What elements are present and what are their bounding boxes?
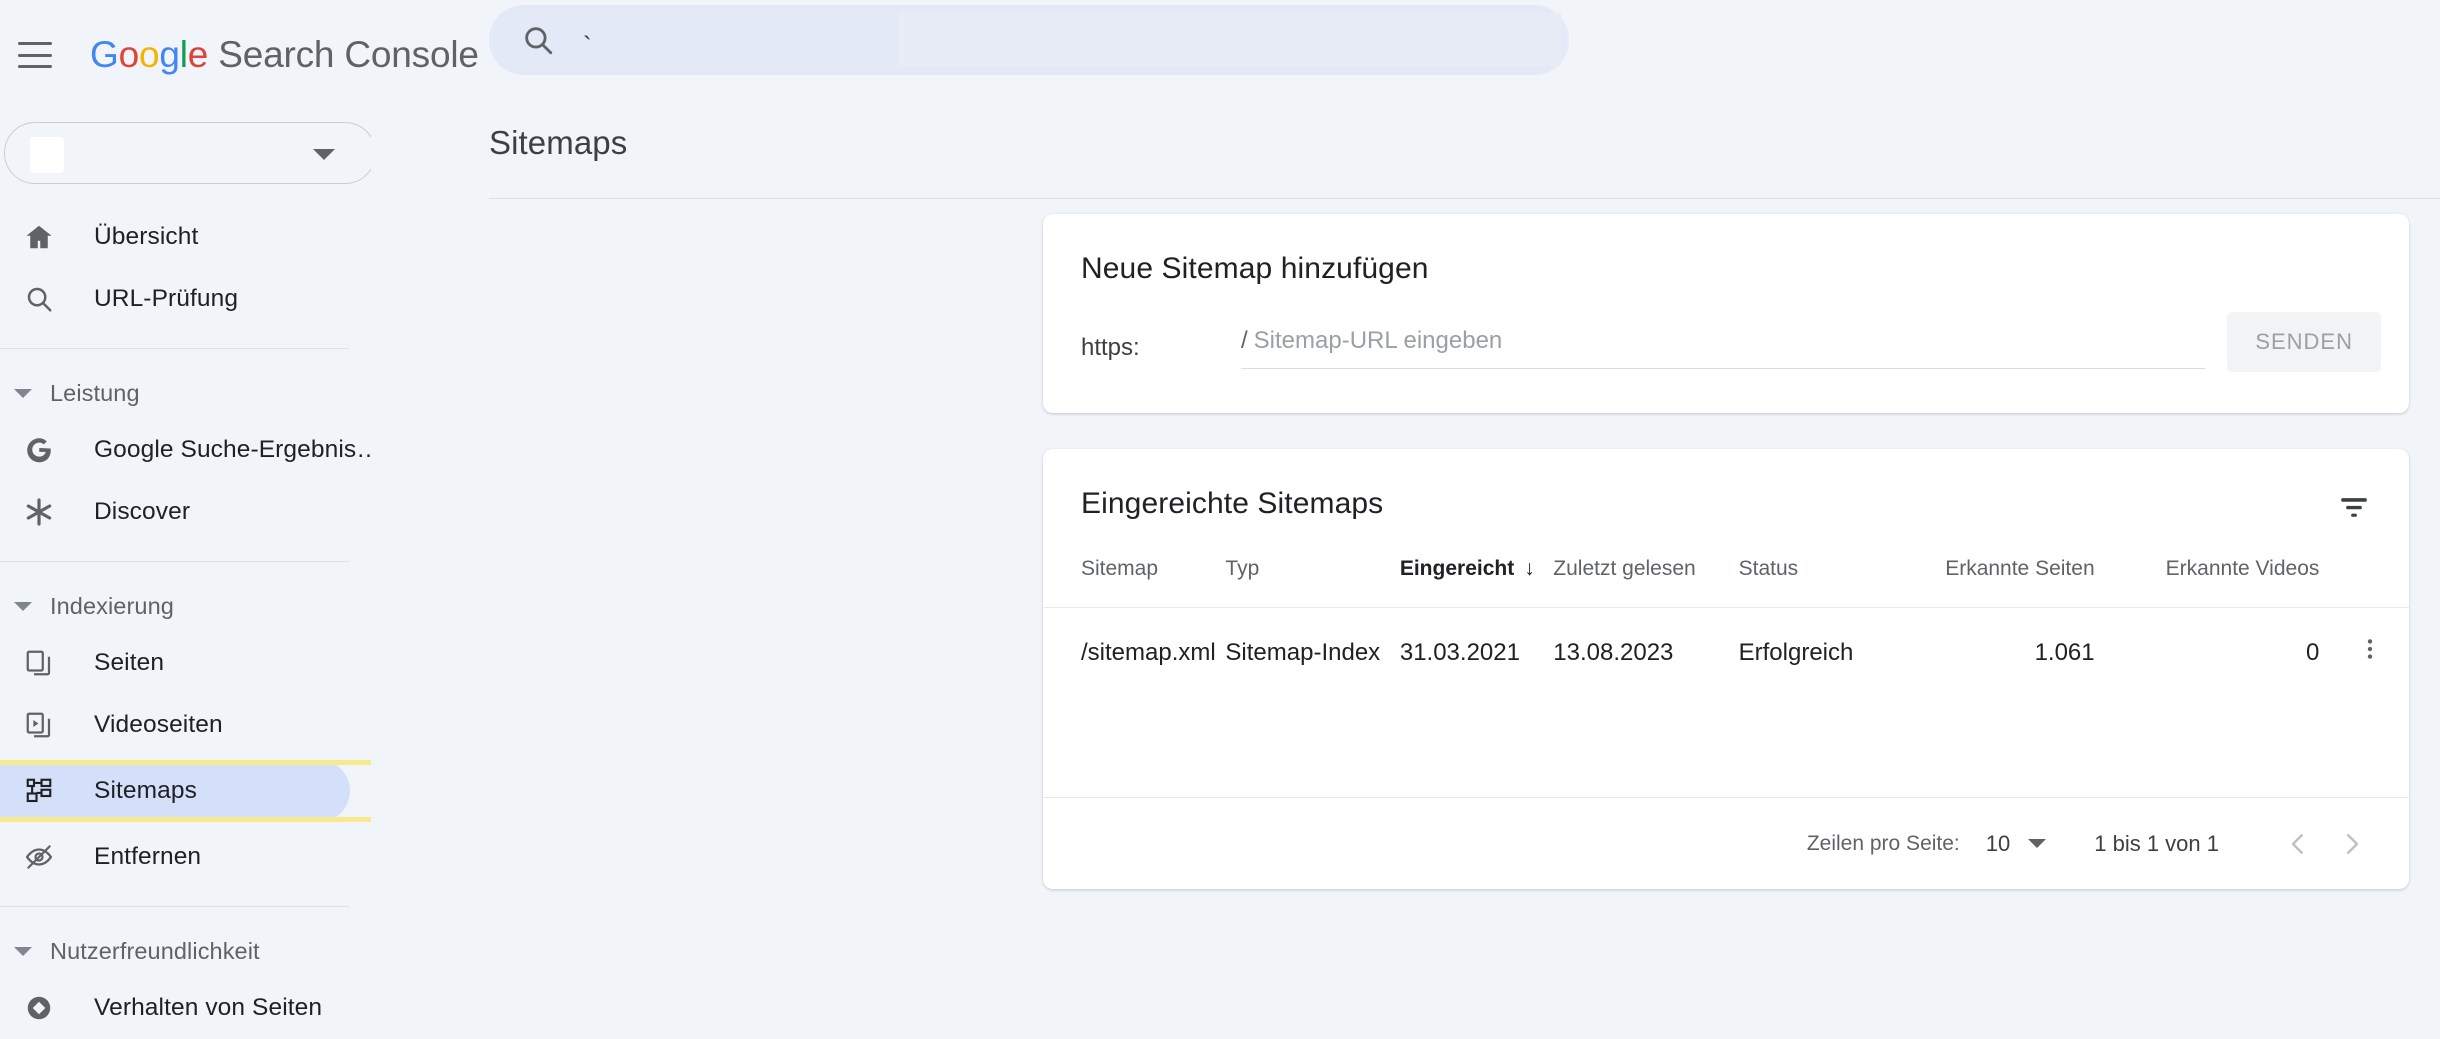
- home-icon: [22, 220, 56, 254]
- search-input[interactable]: `: [489, 5, 1569, 75]
- add-sitemap-card: Neue Sitemap hinzufügen https: / Sitemap…: [1043, 214, 2409, 413]
- sidebar-item-verhalten-von-seiten[interactable]: Verhalten von Seiten: [0, 977, 371, 1039]
- cell-eingereicht: 31.03.2021: [1399, 607, 1554, 697]
- cell-erkannte-seiten: 1.061: [1906, 607, 2141, 697]
- filter-icon[interactable]: [2333, 487, 2375, 529]
- sidebar-nav: Übersicht URL-Prüfung Leistung Google Su…: [0, 206, 384, 1039]
- scheme-label: https:: [1081, 334, 1140, 361]
- chevron-down-icon: [14, 601, 32, 611]
- page-title: Sitemaps: [489, 124, 628, 161]
- sidebar-group-label: Leistung: [50, 379, 140, 406]
- sidebar-group-label: Indexierung: [50, 592, 174, 619]
- sitemap-icon: [22, 774, 56, 808]
- table-row[interactable]: /sitemap.xml Sitemap-Index 31.03.2021 13…: [1043, 607, 2409, 697]
- submitted-sitemaps-title: Eingereichte Sitemaps: [1081, 487, 1384, 520]
- column-header-erkannte-videos[interactable]: Erkannte Videos: [2141, 557, 2356, 608]
- cell-erkannte-videos: 0: [2140, 607, 2356, 697]
- sidebar-group-nutzerfreundlichkeit[interactable]: Nutzerfreundlichkeit: [0, 925, 371, 977]
- sidebar-item-videoseiten[interactable]: Videoseiten: [0, 694, 371, 756]
- sort-descending-icon: ↓: [1524, 557, 1535, 580]
- sidebar-item-label: Discover: [94, 498, 191, 525]
- sidebar-item-url-pruefung[interactable]: URL-Prüfung: [0, 268, 371, 330]
- sidebar-group-label: Nutzerfreundlichkeit: [50, 937, 260, 964]
- main-content: Sitemaps Neue Sitemap hinzufügen https: …: [371, 110, 2440, 976]
- search-value: `: [583, 30, 592, 61]
- sidebar-item-google-suche-ergebnisse[interactable]: Google Suche-Ergebnis…: [0, 419, 381, 481]
- chevron-down-icon: [14, 388, 32, 398]
- google-g-icon: [22, 433, 56, 467]
- column-header-sitemap[interactable]: Sitemap: [1043, 557, 1225, 608]
- brand-suffix: Search Console: [208, 34, 479, 75]
- page-experience-icon: [22, 991, 56, 1025]
- path-separator: /: [1241, 327, 1248, 354]
- sidebar-group-leistung[interactable]: Leistung: [0, 367, 371, 419]
- eye-off-icon: [22, 840, 56, 874]
- rows-per-page-label: Zeilen pro Seite:: [1806, 831, 1960, 855]
- chevron-left-icon[interactable]: [2271, 817, 2325, 871]
- sitemaps-table-head: Sitemap Typ Eingereicht ↓ Zuletzt gelesen…: [1043, 557, 2409, 608]
- sidebar-item-label: URL-Prüfung: [94, 285, 239, 312]
- chevron-right-icon[interactable]: [2325, 817, 2379, 871]
- submit-sitemap-button[interactable]: SENDEN: [2227, 312, 2381, 372]
- sidebar-item-uebersicht[interactable]: Übersicht: [0, 206, 371, 268]
- sidebar-item-label: Videoseiten: [94, 711, 223, 738]
- asterisk-icon: [22, 495, 56, 529]
- cell-status: Erfolgreich: [1738, 607, 1907, 697]
- sitemaps-table-body: /sitemap.xml Sitemap-Index 31.03.2021 13…: [1043, 607, 2409, 697]
- sidebar-item-entfernen[interactable]: Entfernen: [0, 826, 371, 888]
- add-sitemap-title: Neue Sitemap hinzufügen: [1081, 252, 1429, 285]
- table-pagination: Zeilen pro Seite: 10 1 bis 1 von 1: [1043, 797, 2409, 889]
- table-header-row: Sitemap Typ Eingereicht ↓ Zuletzt gelesen…: [1043, 557, 2409, 608]
- property-selector[interactable]: [4, 122, 376, 184]
- column-header-zuletzt-gelesen[interactable]: Zuletzt gelesen: [1553, 557, 1738, 608]
- sitemaps-table: Sitemap Typ Eingereicht ↓ Zuletzt gelesen…: [1043, 557, 2409, 697]
- column-header-actions: [2355, 557, 2409, 608]
- sidebar-item-seiten[interactable]: Seiten: [0, 632, 371, 694]
- sidebar-divider: [0, 348, 349, 349]
- top-app-bar: Google Search Console `: [0, 0, 2440, 110]
- pages-icon: [22, 646, 56, 680]
- rows-per-page-value[interactable]: 10: [1986, 831, 2010, 857]
- add-sitemap-form: https: / Sitemap-URL eingeben SENDEN: [1081, 312, 2381, 378]
- cell-sitemap[interactable]: /sitemap.xml: [1043, 607, 1226, 697]
- chevron-down-icon[interactable]: [2028, 839, 2047, 848]
- column-header-status[interactable]: Status: [1739, 557, 1907, 608]
- sidebar-group-indexierung[interactable]: Indexierung: [0, 580, 371, 632]
- search-redaction: [899, 13, 1561, 66]
- cell-typ: Sitemap-Index: [1225, 607, 1400, 697]
- hamburger-icon[interactable]: [18, 42, 52, 68]
- sidebar-divider: [0, 906, 349, 907]
- property-redaction: [30, 137, 64, 173]
- column-header-eingereicht[interactable]: Eingereicht ↓: [1400, 557, 1553, 608]
- search-icon: [22, 282, 56, 316]
- video-pages-icon: [22, 708, 56, 742]
- app-brand: Google Search Console: [90, 34, 479, 75]
- sidebar-item-label: Entfernen: [94, 843, 202, 870]
- sidebar: Übersicht URL-Prüfung Leistung Google Su…: [0, 110, 384, 1021]
- pagination-range: 1 bis 1 von 1: [2094, 830, 2219, 856]
- chevron-down-icon: [14, 946, 32, 956]
- column-header-typ[interactable]: Typ: [1225, 557, 1399, 608]
- column-header-erkannte-seiten[interactable]: Erkannte Seiten: [1906, 557, 2140, 608]
- sidebar-item-label: Sitemaps: [94, 777, 197, 804]
- sidebar-item-discover[interactable]: Discover: [0, 481, 371, 543]
- search-icon: [525, 27, 553, 55]
- sidebar-item-label: Verhalten von Seiten: [94, 994, 323, 1021]
- sidebar-item-label: Übersicht: [94, 223, 199, 250]
- sitemap-url-placeholder: Sitemap-URL eingeben: [1253, 327, 1503, 354]
- title-divider: [489, 198, 2440, 199]
- sidebar-item-label: Google Suche-Ergebnis…: [94, 436, 381, 463]
- kebab-menu-icon[interactable]: [2357, 636, 2383, 669]
- sitemap-url-input[interactable]: / Sitemap-URL eingeben: [1241, 327, 2206, 369]
- sidebar-item-sitemaps-wrapper: Sitemaps: [0, 760, 384, 822]
- sidebar-item-sitemaps[interactable]: Sitemaps: [0, 760, 350, 822]
- chevron-down-icon: [313, 149, 335, 160]
- submitted-sitemaps-card: Eingereichte Sitemaps Sitemap Typ Einger…: [1043, 449, 2409, 889]
- column-header-eingereicht-label: Eingereicht: [1399, 557, 1515, 580]
- sidebar-item-label: Seiten: [94, 649, 165, 676]
- cell-actions: [2355, 607, 2409, 697]
- sidebar-divider: [0, 561, 349, 562]
- cell-zuletzt-gelesen: 13.08.2023: [1553, 607, 1739, 697]
